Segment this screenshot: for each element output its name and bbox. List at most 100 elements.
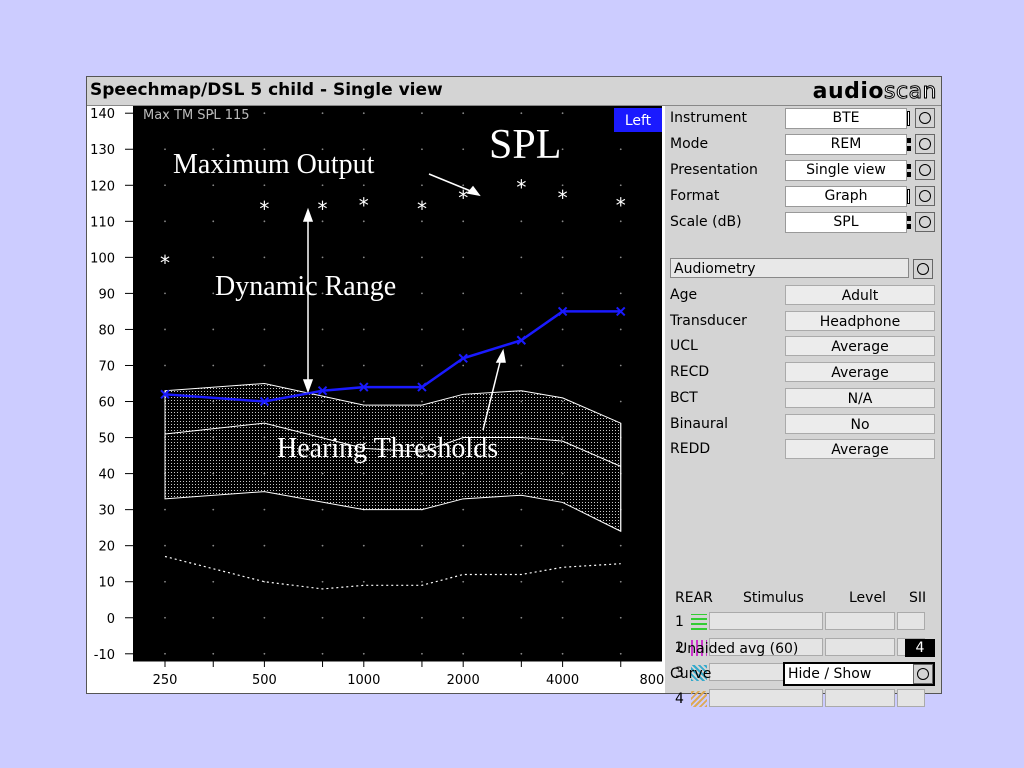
y-tick-label: 80 — [98, 323, 115, 338]
y-tick-label: 20 — [98, 540, 115, 555]
setting-cycle-marker — [907, 110, 911, 126]
grid-dot — [561, 292, 564, 295]
rear-level-cell[interactable] — [825, 688, 895, 707]
curve-hide-show-button[interactable]: Hide / Show — [783, 662, 935, 686]
setting-label: Mode — [670, 136, 709, 152]
y-tick-label: 100 — [90, 251, 115, 266]
audiometry-value[interactable]: Average — [785, 439, 935, 460]
audiometry-value[interactable]: No — [785, 413, 935, 434]
brand-logo: audioscan — [813, 79, 937, 105]
grid-dot — [362, 544, 365, 547]
audiometry-label: RECD — [670, 364, 710, 381]
rear-stimulus-cell[interactable] — [709, 612, 823, 630]
grid-dot — [619, 184, 622, 187]
audiometry-row-bct[interactable]: BCT N/A — [665, 387, 941, 411]
y-tick-label: 50 — [98, 432, 115, 447]
window-title: Speechmap/DSL 5 child - Single view — [90, 80, 443, 100]
app-window: Speechmap/DSL 5 child - Single view audi… — [86, 76, 942, 707]
grid-dot — [520, 220, 523, 223]
curve-toggle[interactable] — [913, 664, 933, 684]
scale-annotation: SPL — [489, 122, 561, 168]
setting-value[interactable]: Graph — [785, 186, 907, 207]
grid-dot — [619, 220, 622, 223]
grid-dot — [561, 328, 564, 331]
rear-stimulus-cell[interactable] — [709, 688, 823, 707]
setting-value[interactable]: SPL — [785, 212, 907, 233]
grid-dot — [164, 544, 166, 547]
speechmap-chart[interactable]: ** * * * * * * * 140130120110100908070605040302… — [87, 106, 665, 693]
grid-dot — [362, 112, 365, 115]
setting-toggle[interactable] — [915, 212, 935, 232]
grid-dot — [164, 328, 166, 331]
audiometry-row-redd[interactable]: REDD Average — [665, 438, 941, 462]
sii-header: SII — [909, 590, 927, 606]
setting-row-scale-db[interactable]: Scale (dB) SPL — [665, 211, 941, 235]
chart-area[interactable]: * * * * * * * * * 140 130 120 110 100 90 80 70 60 50 40 30 2… — [87, 106, 665, 693]
grid-dot — [321, 328, 324, 331]
thresholds-annotation: Hearing Thresholds — [277, 433, 498, 464]
setting-cycle-marker — [907, 214, 911, 230]
audiometry-label: BCT — [670, 389, 698, 406]
setting-label: Format — [670, 188, 720, 204]
x-tick-label: 4000 — [546, 673, 579, 688]
grid-dot — [421, 400, 423, 403]
audiometry-value[interactable]: Average — [785, 336, 935, 357]
grid-dot — [520, 508, 523, 511]
title-bar: Speechmap/DSL 5 child - Single view audi… — [87, 77, 941, 106]
rear-sii-cell[interactable] — [897, 688, 925, 707]
setting-cycle-marker — [907, 188, 911, 204]
grid-dot — [462, 220, 465, 223]
x-tick-label: 500 — [252, 673, 277, 688]
grid-dot — [164, 292, 166, 295]
audiometry-toggle[interactable] — [913, 259, 933, 279]
grid-dot — [421, 184, 423, 187]
grid-dot — [619, 616, 622, 619]
audiometry-value[interactable]: Adult — [785, 285, 935, 305]
audiometry-row-ucl[interactable]: UCL Average — [665, 335, 941, 359]
grid-dot — [321, 112, 324, 115]
grid-dot — [561, 256, 564, 259]
audiometry-row-transducer[interactable]: Transducer Headphone — [665, 310, 941, 334]
setting-value[interactable]: REM — [785, 134, 907, 155]
rear-row-4[interactable]: 4 — [665, 688, 941, 710]
audiometry-value[interactable]: N/A — [785, 387, 935, 408]
setting-value[interactable]: BTE — [785, 108, 907, 129]
max-output-point: * — [259, 197, 269, 221]
y-tick-label: 90 — [98, 287, 115, 302]
grid-dot — [520, 580, 523, 583]
rear-level-cell[interactable] — [825, 637, 895, 656]
setting-row-format[interactable]: Format Graph — [665, 185, 941, 209]
grid-dot — [212, 184, 215, 187]
audiometry-row[interactable]: Audiometry — [665, 258, 941, 282]
audiometry-button[interactable]: Audiometry — [670, 258, 909, 278]
audiometry-row-binaural[interactable]: Binaural No — [665, 413, 941, 437]
grid-dot — [321, 544, 324, 547]
audiometry-value[interactable]: Average — [785, 362, 935, 383]
setting-row-mode[interactable]: Mode REM — [665, 133, 941, 157]
grid-dot — [263, 184, 266, 187]
rear-sii-cell[interactable] — [897, 612, 925, 630]
audiometry-row-recd[interactable]: RECD Average — [665, 361, 941, 385]
grid-dot — [421, 544, 423, 547]
grid-dot — [164, 616, 166, 619]
grid-dot — [462, 652, 465, 655]
setting-value[interactable]: Single view — [785, 160, 907, 181]
setting-toggle[interactable] — [915, 134, 935, 154]
setting-row-presentation[interactable]: Presentation Single view — [665, 159, 941, 183]
audiometry-row-age[interactable]: Age Adult — [665, 284, 941, 308]
setting-toggle[interactable] — [915, 108, 935, 128]
audiometry-value[interactable]: Headphone — [785, 310, 935, 331]
setting-toggle[interactable] — [915, 160, 935, 180]
grid-dot — [164, 184, 166, 187]
grid-dot — [462, 256, 465, 259]
rear-level-cell[interactable] — [825, 612, 895, 630]
y-tick-label: 110 — [90, 215, 115, 230]
grid-dot — [520, 112, 523, 115]
setting-row-instrument[interactable]: Instrument BTE — [665, 107, 941, 131]
rear-row-1[interactable]: 1 — [665, 611, 941, 633]
grid-dot — [619, 328, 622, 331]
setting-toggle[interactable] — [915, 186, 935, 206]
grid-dot — [263, 256, 266, 259]
grid-dot — [362, 328, 365, 331]
grid-dot — [619, 292, 622, 295]
